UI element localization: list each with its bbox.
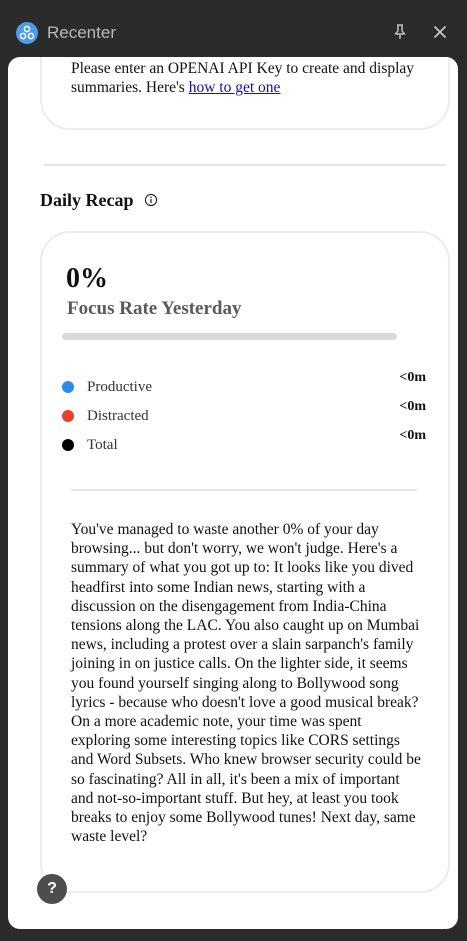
distracted-label: Distracted xyxy=(87,408,149,424)
main-panel[interactable]: Please enter an OPENAI API Key to create… xyxy=(8,57,458,929)
section-divider xyxy=(44,164,446,166)
help-button[interactable]: ? xyxy=(37,874,67,904)
title-bar: Recenter xyxy=(0,0,467,58)
productive-value: <0m xyxy=(399,370,426,385)
pin-icon xyxy=(394,24,406,39)
api-key-notice: Please enter an OPENAI API Key to create… xyxy=(71,59,431,97)
productive-dot xyxy=(62,381,74,393)
focus-rate-label: Focus Rate Yesterday xyxy=(67,298,242,319)
total-dot xyxy=(62,439,74,451)
daily-recap-title: Daily Recap xyxy=(40,190,134,210)
stat-row-distracted: Distracted <0m xyxy=(62,399,434,427)
app-title: Recenter xyxy=(47,23,116,42)
info-icon[interactable] xyxy=(144,193,158,207)
focus-rate-progress-bar xyxy=(62,333,397,340)
productive-label: Productive xyxy=(87,379,152,395)
focus-rate-value: 0% xyxy=(66,263,108,294)
recap-divider xyxy=(71,489,417,491)
close-button[interactable] xyxy=(428,20,452,44)
total-label: Total xyxy=(87,437,118,453)
recenter-logo-icon xyxy=(16,22,38,44)
close-icon xyxy=(433,25,447,39)
pin-button[interactable] xyxy=(388,20,412,44)
api-key-help-link[interactable]: how to get one xyxy=(189,79,281,96)
daily-summary-text: You've managed to waste another 0% of yo… xyxy=(71,521,421,846)
distracted-dot xyxy=(62,410,74,422)
stat-row-total: Total <0m xyxy=(62,428,434,456)
stat-row-productive: Productive <0m xyxy=(62,370,434,398)
distracted-value: <0m xyxy=(399,399,426,414)
total-value: <0m xyxy=(399,428,426,443)
